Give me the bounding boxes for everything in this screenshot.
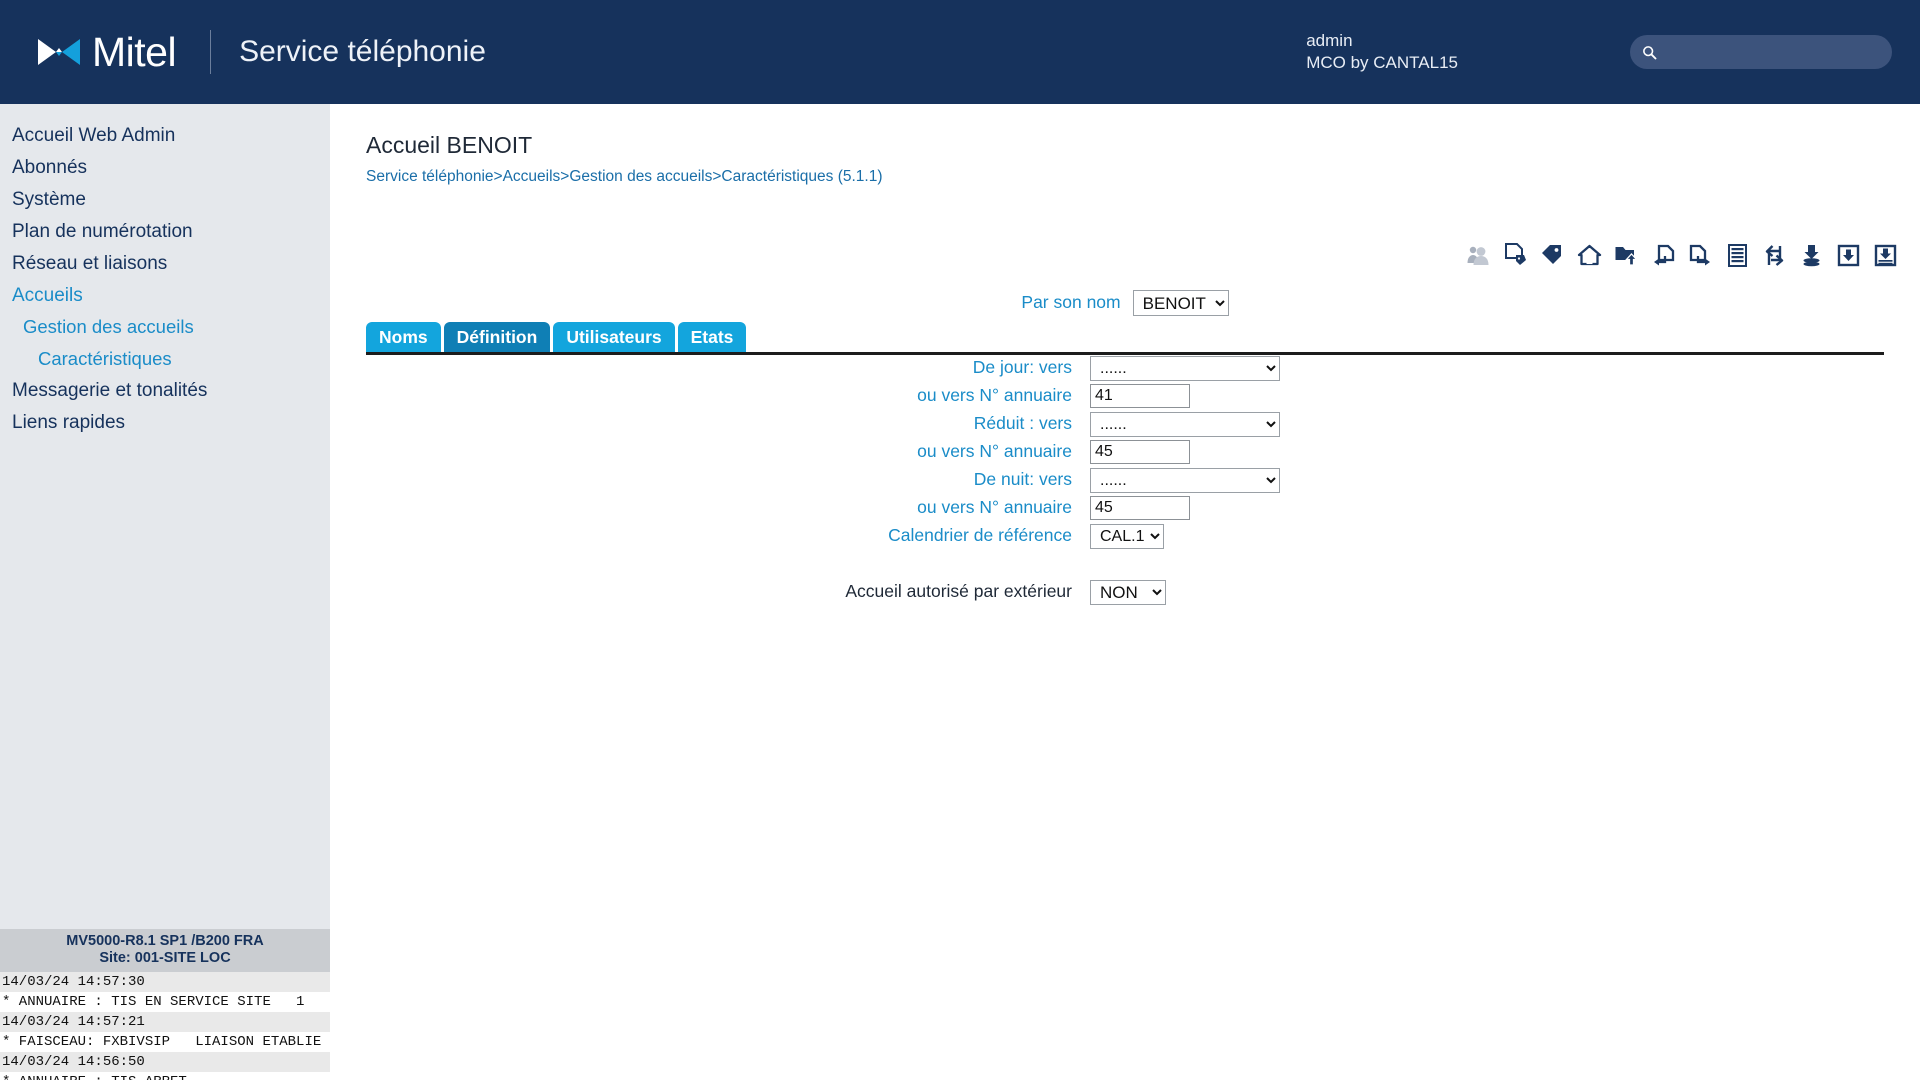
app-title: Service téléphonie bbox=[239, 35, 486, 68]
document-forward-icon[interactable] bbox=[1687, 242, 1713, 268]
calendrier-select[interactable]: CAL.1 bbox=[1090, 523, 1164, 549]
mitel-bowtie-logo-icon bbox=[38, 39, 80, 65]
reduit-select[interactable]: ...... bbox=[1090, 411, 1280, 437]
sidebar-item-reseau-et-liaisons[interactable]: Réseau et liaisons bbox=[12, 248, 330, 280]
by-name-label: Par son nom bbox=[1021, 292, 1121, 313]
form-row-reduit-numero: ou vers N° annuaire bbox=[330, 438, 1920, 466]
log-message: * ANNUAIRE : TIS ARRET * bbox=[0, 1072, 330, 1080]
page-title: Accueil BENOIT bbox=[366, 132, 533, 158]
de-jour-numero-label: ou vers N° annuaire bbox=[917, 385, 1072, 406]
log-timestamp: 14/03/24 14:56:50 bbox=[0, 1052, 330, 1073]
sidebar-navigation: Accueil Web Admin Abonnés Système Plan d… bbox=[0, 104, 330, 929]
reduit-label: Réduit : vers bbox=[973, 413, 1072, 434]
folder-upload-icon[interactable] bbox=[1613, 242, 1639, 268]
log-timestamp: 14/03/24 14:57:21 bbox=[0, 1012, 330, 1033]
sidebar-item-caracteristiques[interactable]: Caractéristiques bbox=[12, 344, 330, 376]
accueil-exterieur-select[interactable]: NON bbox=[1090, 579, 1166, 605]
sidebar-item-accueils[interactable]: Accueils bbox=[12, 280, 330, 312]
nav-list: Accueil Web Admin Abonnés Système Plan d… bbox=[0, 104, 330, 439]
tab-utilisateurs[interactable]: Utilisateurs bbox=[553, 322, 675, 355]
tab-definition[interactable]: Définition bbox=[443, 322, 551, 355]
sidebar-item-accueil-web-admin[interactable]: Accueil Web Admin bbox=[12, 120, 330, 152]
search-input[interactable] bbox=[1665, 42, 1880, 62]
save-disk-icon[interactable] bbox=[1872, 242, 1898, 268]
search-icon bbox=[1643, 45, 1657, 59]
accueil-exterieur-label: Accueil autorisé par extérieur bbox=[845, 581, 1072, 602]
de-jour-numero-input[interactable] bbox=[1090, 384, 1190, 408]
form-row-calendrier: Calendrier de référence CAL.1 bbox=[330, 522, 1920, 550]
main-content: Accueil BENOIT Service téléphonie>Accuei… bbox=[330, 104, 1920, 1080]
de-jour-select[interactable]: ...... bbox=[1090, 355, 1280, 381]
by-name-row: Par son nom BENOIT bbox=[330, 290, 1920, 316]
de-nuit-select[interactable]: ...... bbox=[1090, 467, 1280, 493]
account-info[interactable]: admin MCO by CANTAL15 bbox=[1306, 30, 1458, 74]
account-user: admin bbox=[1306, 31, 1353, 51]
form-row-de-jour-numero: ou vers N° annuaire bbox=[330, 382, 1920, 410]
account-org: MCO by CANTAL15 bbox=[1306, 53, 1458, 72]
sidebar-item-abonnes[interactable]: Abonnés bbox=[12, 152, 330, 184]
system-log-panel: MV5000-R8.1 SP1 /B200 FRA Site: 001-SITE… bbox=[0, 929, 330, 1080]
save-box-icon[interactable] bbox=[1835, 242, 1861, 268]
form-row-accueil-exterieur: Accueil autorisé par extérieur NON bbox=[330, 578, 1920, 606]
tag-icon[interactable] bbox=[1539, 242, 1565, 268]
breadcrumb[interactable]: Service téléphonie>Accueils>Gestion des … bbox=[366, 169, 1920, 185]
form-spacer bbox=[330, 550, 1920, 578]
de-nuit-numero-label: ou vers N° annuaire bbox=[917, 497, 1072, 518]
log-timestamp: 14/03/24 14:57:30 bbox=[0, 972, 330, 993]
de-jour-label: De jour: vers bbox=[972, 357, 1072, 378]
de-nuit-numero-input[interactable] bbox=[1090, 496, 1190, 520]
users-icon bbox=[1465, 242, 1491, 268]
form-row-de-nuit: De nuit: vers ...... bbox=[330, 466, 1920, 494]
top-header-bar: Mitel Service téléphonie admin MCO by CA… bbox=[0, 0, 1920, 104]
log-panel-header: MV5000-R8.1 SP1 /B200 FRA Site: 001-SITE… bbox=[0, 929, 330, 973]
system-version-line: MV5000-R8.1 SP1 /B200 FRA bbox=[66, 933, 264, 949]
home-icon[interactable] bbox=[1576, 242, 1602, 268]
form-row-de-nuit-numero: ou vers N° annuaire bbox=[330, 494, 1920, 522]
definition-form: De jour: vers ...... ou vers N° annuaire… bbox=[330, 354, 1920, 606]
sidebar-item-gestion-des-accueils[interactable]: Gestion des accueils bbox=[12, 312, 330, 344]
tab-noms[interactable]: Noms bbox=[366, 322, 441, 355]
site-line: Site: 001-SITE LOC bbox=[99, 950, 231, 967]
calendrier-label: Calendrier de référence bbox=[888, 525, 1072, 546]
document-tag-icon[interactable] bbox=[1502, 242, 1528, 268]
form-row-reduit: Réduit : vers ...... bbox=[330, 410, 1920, 438]
list-icon[interactable] bbox=[1724, 242, 1750, 268]
log-message: * FAISCEAU: FXBIVSIP LIAISON ETABLIE * bbox=[0, 1032, 330, 1053]
reduit-numero-label: ou vers N° annuaire bbox=[917, 441, 1072, 462]
sidebar-item-systeme[interactable]: Système bbox=[12, 184, 330, 216]
sidebar-item-plan-de-numerotation[interactable]: Plan de numérotation bbox=[12, 216, 330, 248]
reduit-numero-input[interactable] bbox=[1090, 440, 1190, 464]
header-divider bbox=[210, 30, 212, 74]
brand-logo[interactable]: Mitel bbox=[0, 28, 177, 75]
page-header: Accueil BENOIT Service téléphonie>Accuei… bbox=[330, 104, 1920, 185]
action-toolbar bbox=[1465, 242, 1898, 268]
header-right-group: admin MCO by CANTAL15 bbox=[1306, 30, 1920, 74]
tab-etats[interactable]: Etats bbox=[677, 322, 747, 355]
document-back-icon[interactable] bbox=[1650, 242, 1676, 268]
log-message: * ANNUAIRE : TIS EN SERVICE SITE 1 * bbox=[0, 992, 330, 1013]
tab-bar: Noms Définition Utilisateurs Etats bbox=[366, 322, 747, 355]
brand-name: Mitel bbox=[92, 28, 177, 75]
sidebar-item-liens-rapides[interactable]: Liens rapides bbox=[12, 407, 330, 439]
form-row-de-jour: De jour: vers ...... bbox=[330, 354, 1920, 382]
application-window: Mitel Service téléphonie admin MCO by CA… bbox=[0, 0, 1920, 1080]
sidebar-item-messagerie-et-tonalites[interactable]: Messagerie et tonalités bbox=[12, 375, 330, 407]
swap-arrows-icon[interactable] bbox=[1761, 242, 1787, 268]
database-download-icon[interactable] bbox=[1798, 242, 1824, 268]
search-box[interactable] bbox=[1630, 35, 1892, 69]
de-nuit-label: De nuit: vers bbox=[973, 469, 1072, 490]
by-name-select[interactable]: BENOIT bbox=[1132, 290, 1229, 316]
